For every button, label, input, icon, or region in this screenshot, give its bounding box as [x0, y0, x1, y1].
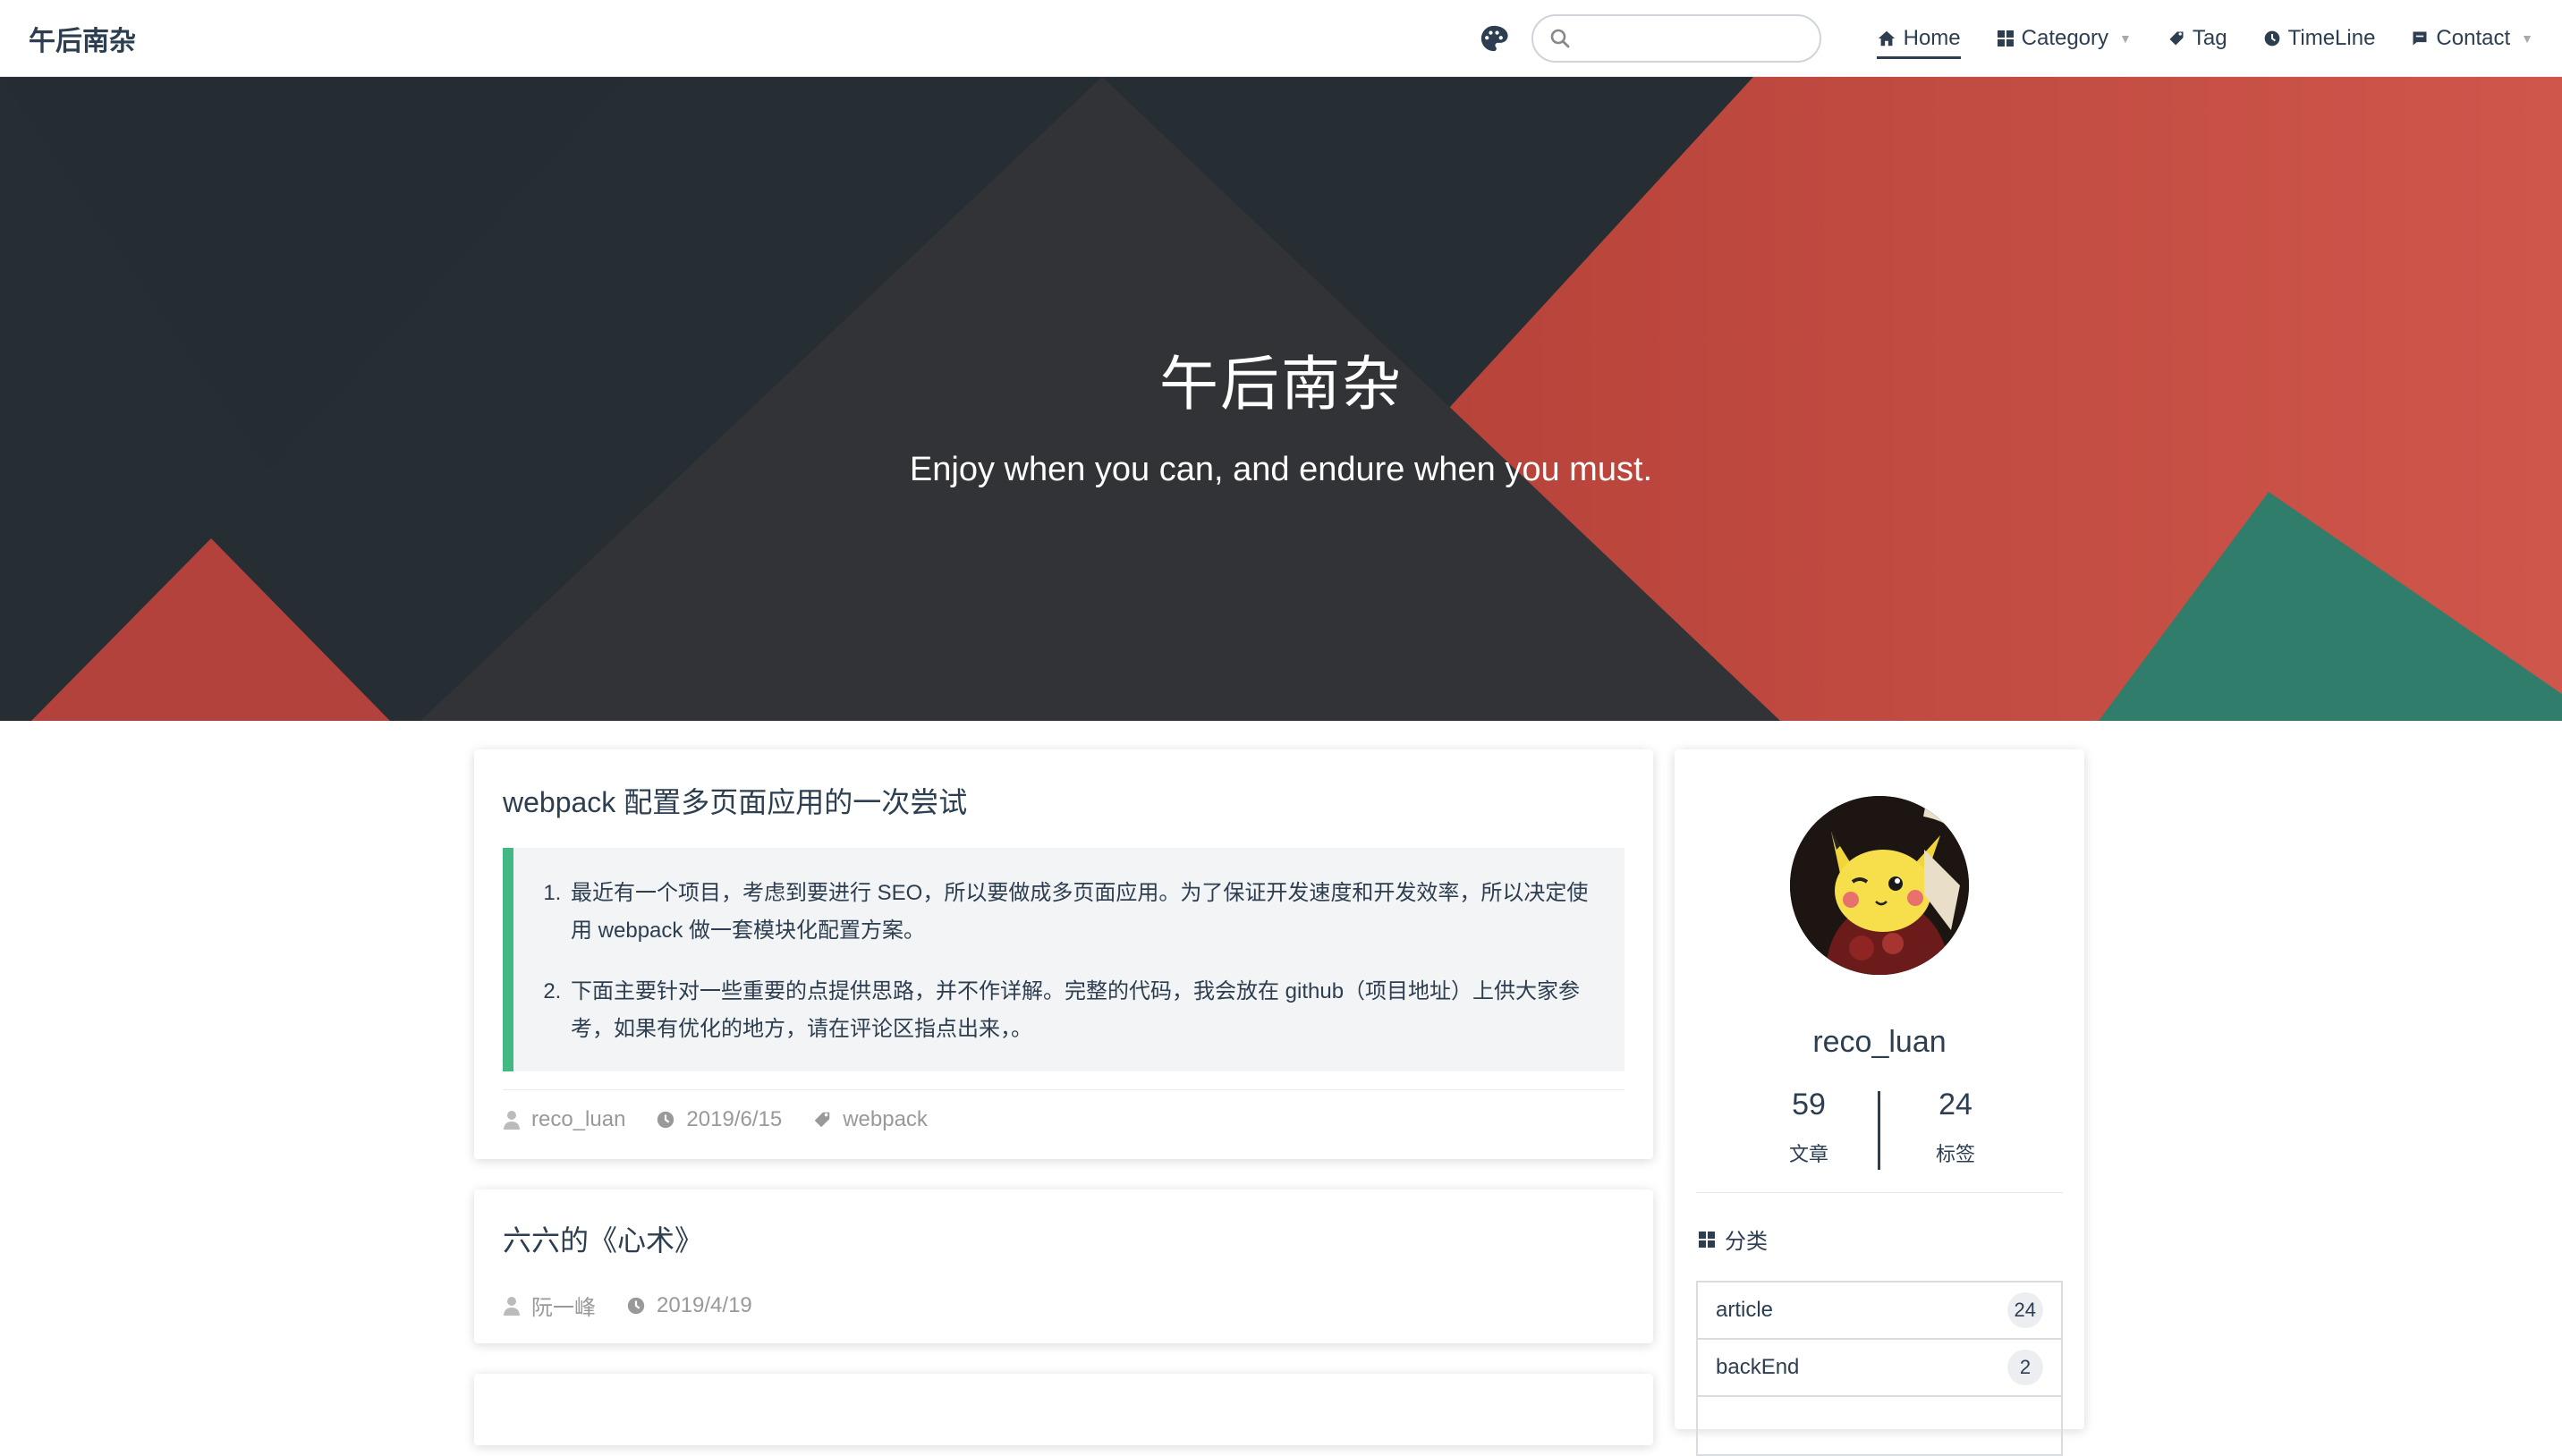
hero-banner: 午后南杂 Enjoy when you can, and endure when…	[0, 77, 2562, 721]
meta-tag: webpack	[812, 1107, 928, 1132]
stat-label: 标签	[1935, 1143, 1975, 1165]
author-name: reco_luan	[1812, 1025, 1947, 1059]
hero-subtitle: Enjoy when you can, and endure when you …	[909, 451, 1653, 488]
chevron-down-icon: ▼	[2521, 30, 2533, 46]
post-card: 六六的《心术》 阮一峰 2019/4/19	[474, 1189, 1653, 1343]
clock-icon	[657, 1111, 674, 1129]
nav-contact[interactable]: Contact ▼	[2411, 18, 2533, 59]
nav-tag[interactable]: Tag	[2168, 18, 2227, 59]
user-icon	[504, 1111, 520, 1130]
meta-author: 阮一峰	[503, 1290, 596, 1321]
grid-icon	[1997, 30, 2015, 47]
divider	[1696, 1192, 2063, 1193]
meta-date: 2019/6/15	[656, 1107, 782, 1132]
meta-author: reco_luan	[503, 1107, 625, 1132]
author-sidebar: reco_luan 59 文章 24 标签 分类 article 24 back…	[1675, 749, 2084, 1456]
search-input[interactable]	[1581, 25, 1805, 51]
clock-icon	[627, 1297, 645, 1314]
message-icon	[2411, 30, 2429, 47]
search-box[interactable]	[1531, 13, 1821, 63]
nav-timeline[interactable]: TimeLine	[2263, 18, 2376, 59]
nav-contact-label: Contact	[2436, 25, 2511, 50]
nav-timeline-label: TimeLine	[2287, 25, 2376, 50]
nav-home-label: Home	[1903, 25, 1961, 50]
stat-number: 59	[1792, 1088, 1826, 1122]
category-list: article 24 backEnd 2	[1696, 1281, 2063, 1456]
nav-right: Home Category ▼ Tag TimeLine Contact ▼	[1476, 0, 2533, 76]
author-name[interactable]: reco_luan	[531, 1107, 625, 1132]
post-title[interactable]: 六六的《心术》	[503, 1218, 703, 1259]
category-name: article	[1716, 1298, 1774, 1322]
avatar	[1790, 796, 1969, 975]
palette-icon[interactable]	[1476, 21, 1512, 56]
user-icon	[504, 1296, 520, 1316]
nav-home[interactable]: Home	[1876, 18, 1961, 59]
post-card: webpack 配置多页面应用的一次尝试 最近有一个项目，考虑到要进行 SEO，…	[474, 749, 1653, 1159]
post-meta: reco_luan 2019/6/15 webpack	[503, 1107, 958, 1132]
excerpt-item: 最近有一个项目，考虑到要进行 SEO，所以要做成多页面应用。为了保证开发速度和开…	[567, 875, 1598, 950]
stat-divider	[1878, 1091, 1880, 1170]
post-title[interactable]: webpack 配置多页面应用的一次尝试	[503, 780, 967, 821]
chevron-down-icon: ▼	[2119, 30, 2132, 46]
clock-icon	[2263, 30, 2281, 47]
nav-category[interactable]: Category ▼	[1997, 18, 2132, 59]
category-count: 2	[2007, 1350, 2043, 1385]
category-heading: 分类	[1698, 1223, 1768, 1255]
post-meta: 阮一峰 2019/4/19	[503, 1290, 783, 1321]
hero-title: 午后南杂	[1159, 351, 1403, 417]
stat-number: 24	[1938, 1088, 1972, 1122]
category-name: backEnd	[1716, 1355, 1800, 1379]
divider	[503, 1089, 1625, 1090]
category-item[interactable]: backEnd 2	[1698, 1340, 2061, 1397]
excerpt-item: 下面主要针对一些重要的点提供思路，并不作详解。完整的代码，我会放在 github…	[567, 973, 1598, 1048]
site-name[interactable]: 午后南杂	[29, 19, 136, 58]
post-excerpt: 最近有一个项目，考虑到要进行 SEO，所以要做成多页面应用。为了保证开发速度和开…	[503, 848, 1625, 1071]
post-date: 2019/6/15	[686, 1107, 783, 1131]
category-count: 24	[2006, 1292, 2043, 1328]
author-name[interactable]: 阮一峰	[531, 1290, 596, 1321]
nav-category-label: Category	[2021, 25, 2109, 50]
stat-tags[interactable]: 24 标签	[1884, 1088, 2027, 1167]
meta-date: 2019/4/19	[626, 1293, 752, 1318]
post-date: 2019/4/19	[657, 1292, 752, 1317]
category-heading-label: 分类	[1725, 1230, 1768, 1254]
home-icon	[1877, 29, 1896, 48]
navbar: 午后南杂 Home Category ▼ Tag TimeLine Contac…	[0, 0, 2562, 77]
post-card	[474, 1374, 1653, 1445]
category-item[interactable]: article 24	[1698, 1282, 2061, 1340]
stat-label: 文章	[1788, 1143, 1828, 1165]
tag-icon	[2168, 30, 2185, 47]
category-item[interactable]	[1698, 1397, 2061, 1454]
search-icon	[1550, 29, 1570, 47]
tag-icon	[814, 1112, 830, 1128]
stat-articles[interactable]: 59 文章	[1737, 1088, 1880, 1167]
nav-tag-label: Tag	[2192, 25, 2227, 50]
grid-icon	[1699, 1231, 1715, 1248]
post-tag[interactable]: webpack	[843, 1107, 928, 1132]
